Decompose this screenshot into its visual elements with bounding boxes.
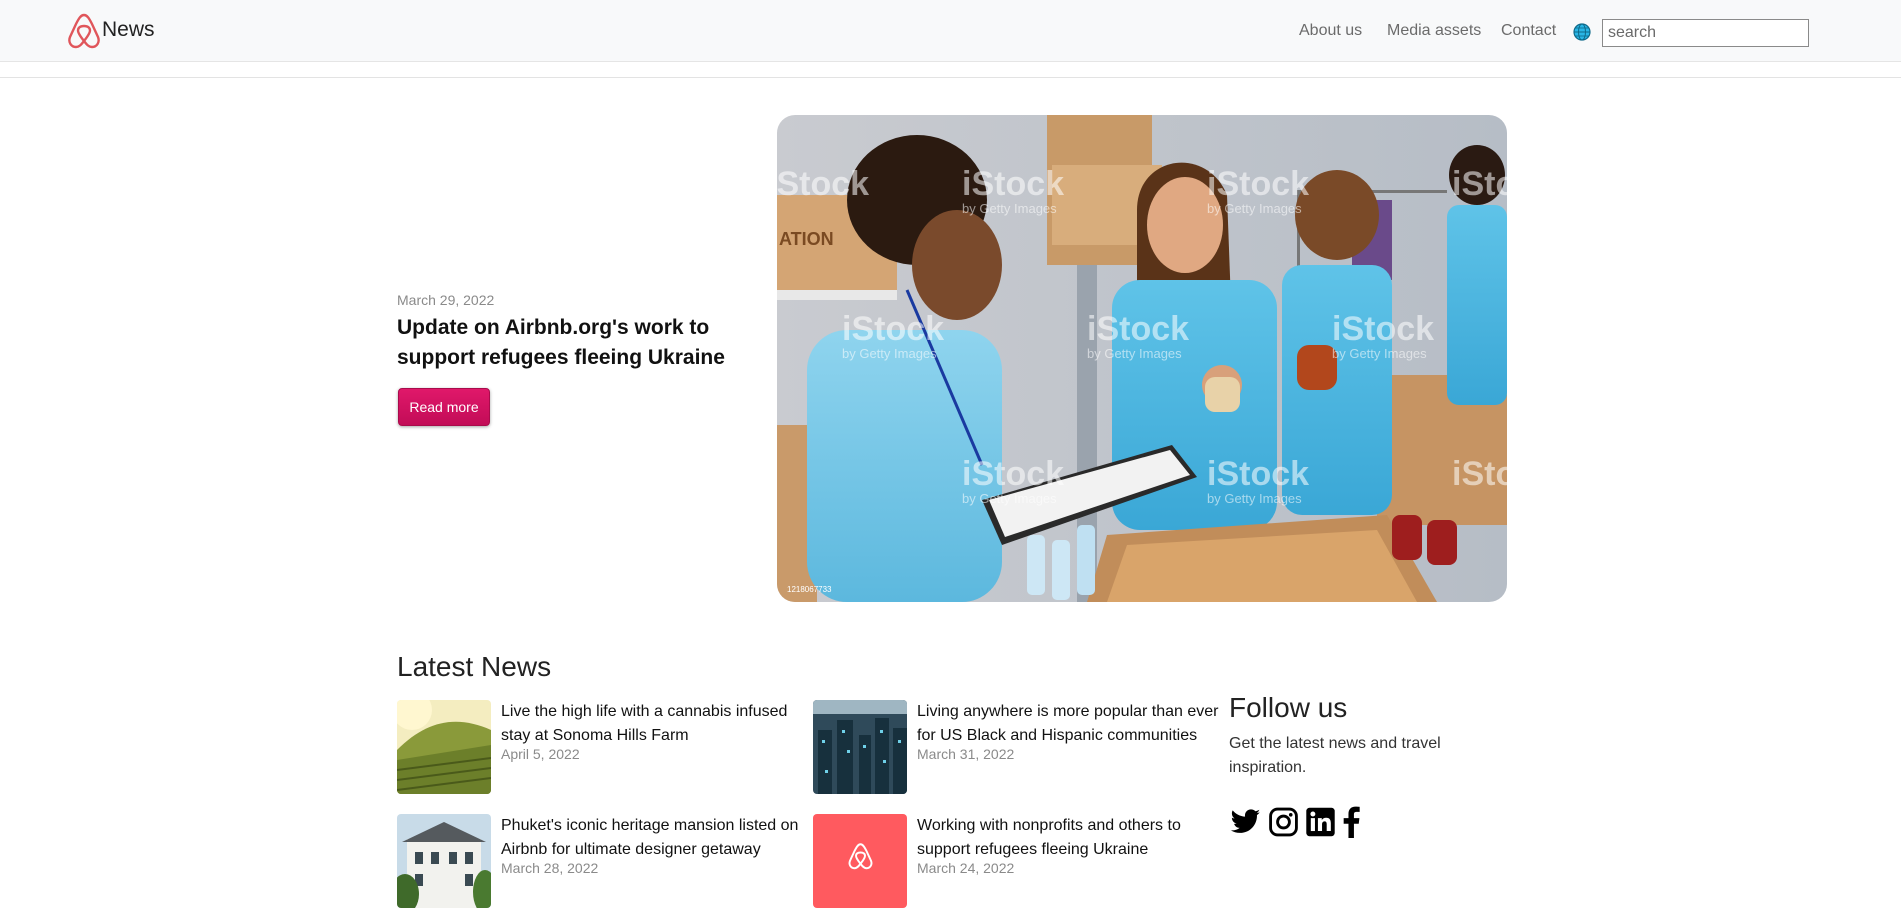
news-item-4[interactable]: Working with nonprofits and others to su…: [813, 814, 1233, 914]
box-text: ATION: [779, 229, 834, 249]
instagram-icon[interactable]: [1268, 806, 1299, 838]
follow-us-text: Get the latest news and travel inspirati…: [1229, 735, 1441, 776]
news-title[interactable]: Working with nonprofits and others to su…: [917, 814, 1227, 862]
news-date: April 5, 2022: [501, 746, 580, 762]
news-item-2[interactable]: Living anywhere is more popular than eve…: [813, 700, 1233, 800]
hero-title[interactable]: Update on Airbnb.org's work to support r…: [397, 313, 737, 373]
svg-text:iStock: iStock: [1332, 310, 1434, 348]
svg-text:by Getty Images: by Getty Images: [1087, 346, 1182, 361]
svg-text:by Getty Images: by Getty Images: [962, 491, 1057, 506]
read-more-button[interactable]: Read more: [398, 388, 490, 426]
airbnb-logo-icon[interactable]: [66, 12, 102, 50]
city-thumbnail[interactable]: [813, 700, 907, 794]
twitter-icon[interactable]: [1229, 806, 1262, 838]
top-navbar: News About us Media assets Contact: [0, 0, 1901, 62]
header-divider: [0, 77, 1901, 78]
nav-contact[interactable]: Contact: [1501, 22, 1556, 40]
news-item-3[interactable]: Phuket's iconic heritage mansion listed …: [397, 814, 817, 914]
brand-title[interactable]: News: [102, 18, 155, 42]
nav-about-us[interactable]: About us: [1299, 22, 1362, 40]
news-date: March 28, 2022: [501, 860, 599, 876]
svg-text:iStock: iStock: [777, 165, 869, 203]
svg-text:iStock: iStock: [962, 165, 1064, 203]
vineyard-thumbnail[interactable]: [397, 700, 491, 794]
svg-text:iStock: iStock: [1452, 455, 1507, 493]
news-title[interactable]: Living anywhere is more popular than eve…: [917, 700, 1227, 748]
search-input[interactable]: [1602, 19, 1809, 47]
svg-text:iStock: iStock: [842, 310, 944, 348]
mansion-thumbnail[interactable]: [397, 814, 491, 908]
svg-text:iStock: iStock: [1452, 165, 1507, 203]
svg-text:by Getty Images: by Getty Images: [1332, 346, 1427, 361]
svg-text:iStock: iStock: [1207, 455, 1309, 493]
news-date: March 31, 2022: [917, 746, 1015, 762]
facebook-icon[interactable]: [1340, 806, 1362, 838]
news-item-1[interactable]: Live the high life with a cannabis infus…: [397, 700, 817, 800]
hero-date: March 29, 2022: [397, 292, 495, 308]
globe-icon[interactable]: [1573, 23, 1591, 41]
hero-image[interactable]: ATION 1218067733 iStock iStock iStock iS…: [777, 115, 1507, 602]
svg-text:iStock: iStock: [1087, 310, 1189, 348]
news-date: March 24, 2022: [917, 860, 1015, 876]
svg-text:by Getty Images: by Getty Images: [842, 346, 937, 361]
follow-us-title: Follow us: [1229, 692, 1348, 723]
news-title[interactable]: Phuket's iconic heritage mansion listed …: [501, 814, 811, 862]
svg-text:iStock: iStock: [1207, 165, 1309, 203]
nav-media-assets[interactable]: Media assets: [1387, 22, 1481, 40]
latest-news-title: Latest News: [397, 651, 552, 682]
linkedin-icon[interactable]: [1305, 806, 1336, 838]
news-title[interactable]: Live the high life with a cannabis infus…: [501, 700, 811, 748]
svg-text:by Getty Images: by Getty Images: [1207, 491, 1302, 506]
svg-text:by Getty Images: by Getty Images: [1207, 201, 1302, 216]
svg-text:by Getty Images: by Getty Images: [962, 201, 1057, 216]
airbnb-logo-thumbnail[interactable]: [813, 814, 907, 908]
stock-id: 1218067733: [787, 585, 832, 594]
svg-text:iStock: iStock: [962, 455, 1064, 493]
